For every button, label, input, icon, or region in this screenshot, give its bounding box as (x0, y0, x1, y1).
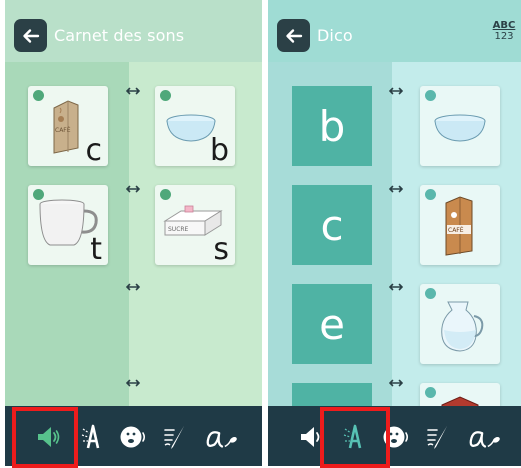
status-dot (33, 90, 44, 101)
page-title: Dico (317, 26, 353, 45)
writing-button[interactable] (424, 422, 454, 452)
letters-icon (81, 424, 100, 449)
sound-notebook-screen: Carnet des sons CAFÉ c b t SUCRE s (5, 0, 262, 468)
card-letter: b (209, 133, 229, 166)
sound-card-t[interactable]: t (28, 185, 108, 265)
word-card-jug[interactable] (420, 284, 500, 364)
cursive-button[interactable] (467, 422, 503, 452)
status-dot (160, 189, 171, 200)
binder-ring-icon (126, 379, 140, 387)
speaker-button[interactable] (34, 422, 64, 452)
status-dot (33, 189, 44, 200)
back-button[interactable] (277, 19, 310, 52)
word-card-coffee[interactable]: CAFÉ (420, 185, 500, 265)
abc-label: ABC (492, 20, 516, 31)
cursive-button[interactable] (204, 422, 240, 452)
sound-card-c[interactable]: CAFÉ c (28, 86, 108, 166)
binder-ring-icon (389, 87, 403, 95)
card-letter: t (90, 232, 102, 265)
card-letter: c (85, 133, 103, 166)
status-dot (160, 90, 171, 101)
writing-icon (164, 426, 184, 449)
tile-letter: e (319, 299, 345, 349)
keyboard-mode-toggle[interactable]: ABC 123 (487, 20, 521, 42)
status-dot (425, 387, 436, 398)
writing-button[interactable] (161, 422, 191, 452)
tile-letter: b (318, 101, 346, 151)
letters-button[interactable] (78, 422, 108, 452)
cursive-a-icon (469, 431, 500, 448)
status-dot (425, 189, 436, 200)
app-header: Dico ABC 123 (268, 0, 521, 62)
dictionary-screen: Dico ABC 123 b c CAFÉ e (268, 0, 521, 468)
back-button[interactable] (14, 19, 47, 52)
tile-letter: c (320, 200, 344, 250)
speaking-face-icon (383, 426, 409, 448)
cursive-a-icon (206, 431, 237, 448)
letters-button[interactable] (340, 422, 370, 452)
notebook-pages: CAFÉ c b t SUCRE s (5, 62, 262, 406)
status-dot (425, 288, 436, 299)
binder-ring-icon (126, 283, 140, 291)
sugar-box-label: SUCRE (168, 226, 189, 233)
app-header: Carnet des sons (5, 0, 262, 62)
letter-tile-b[interactable]: b (292, 86, 372, 166)
status-dot (425, 90, 436, 101)
speaker-icon (38, 427, 60, 447)
speaking-face-button[interactable] (381, 422, 411, 452)
binder-ring-icon (126, 87, 140, 95)
page-title: Carnet des sons (54, 26, 185, 45)
tool-bar (268, 406, 521, 466)
word-card-bowl[interactable] (420, 86, 500, 166)
speaker-button[interactable] (297, 422, 327, 452)
binder-ring-icon (389, 185, 403, 193)
card-letter: s (213, 232, 229, 265)
sound-card-s[interactable]: SUCRE s (155, 185, 235, 265)
arrow-left-icon (285, 28, 302, 43)
binder-ring-icon (389, 283, 403, 291)
arrow-left-icon (22, 28, 39, 43)
letter-tile-e[interactable]: e (292, 284, 372, 364)
letters-icon (343, 424, 362, 449)
coffee-pack-label: CAFÉ (55, 126, 71, 134)
dictionary-pages: b c CAFÉ e (268, 62, 521, 463)
binder-ring-icon (389, 379, 403, 387)
speaker-icon (301, 427, 320, 447)
writing-icon (427, 426, 447, 449)
letter-tile-c[interactable]: c (292, 185, 372, 265)
numbers-label: 123 (494, 31, 514, 42)
speaking-face-icon (120, 426, 146, 448)
sound-card-b[interactable]: b (155, 86, 235, 166)
coffee-pack-label: CAFÉ (448, 226, 464, 234)
tool-bar (5, 406, 262, 466)
binder-ring-icon (126, 185, 140, 193)
speaking-face-button[interactable] (118, 422, 148, 452)
